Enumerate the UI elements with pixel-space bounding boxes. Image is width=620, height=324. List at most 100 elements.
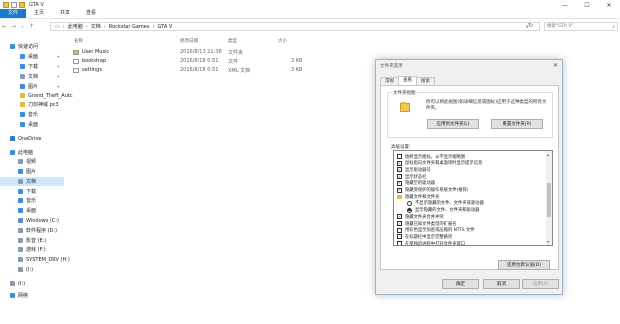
sidebar-item[interactable]: 桌面 ✦ xyxy=(0,52,64,61)
sidebar-item[interactable]: 影音 (E:) xyxy=(0,236,64,245)
search-input[interactable]: 搜索"GTA V" ⌕ xyxy=(544,22,618,31)
folder-views-description: 你可以将此视图(如详细信息或图标)应用于这种类型的所有文件夹。 xyxy=(426,100,547,111)
checkbox[interactable] xyxy=(397,227,402,233)
sidebar-item[interactable]: 桌面 xyxy=(0,120,64,129)
tab-file[interactable]: 文件 xyxy=(0,9,27,18)
file-date: 2016/8/18 0:51 xyxy=(180,58,219,64)
pin-icon: ✦ xyxy=(56,74,60,79)
breadcrumb-gta-v[interactable]: GTA V xyxy=(157,24,172,30)
restore-defaults-button[interactable]: 还原为默认值(D) xyxy=(498,260,550,270)
setting-row[interactable]: 在单独的进程中打开文件夹窗口 xyxy=(397,240,543,245)
checkbox[interactable] xyxy=(397,234,402,240)
reset-folders-button[interactable]: 重置文件夹(R) xyxy=(491,119,543,129)
cancel-button[interactable]: 取消 xyxy=(483,279,520,289)
sidebar-item[interactable]: 音乐 xyxy=(0,196,64,205)
drive-icon xyxy=(18,238,23,243)
sidebar-item[interactable]: 图片 xyxy=(0,167,64,176)
checkbox[interactable]: ✓ xyxy=(397,187,402,193)
desktop-icon xyxy=(20,54,25,59)
scroll-up-icon[interactable]: ▴ xyxy=(547,152,549,157)
scrollbar-thumb[interactable] xyxy=(547,183,551,217)
file-row[interactable]: settings 2016/8/18 0:51 XML 文档 3 KB xyxy=(66,66,366,74)
tab-share[interactable]: 共享 xyxy=(52,9,78,18)
sidebar-item[interactable]: 网络 xyxy=(0,291,64,300)
sidebar-item[interactable]: (I:) xyxy=(0,265,64,274)
sidebar-item[interactable]: 下载 xyxy=(0,187,64,196)
breadcrumb-documents[interactable]: 文档 xyxy=(91,23,101,30)
file-row[interactable]: bootstrap 2016/8/18 0:51 文件 3 KB xyxy=(66,57,366,65)
ok-button[interactable]: 确定 xyxy=(442,279,479,289)
properties-icon[interactable] xyxy=(11,2,17,8)
sidebar-item-label: 软件程序 (D:) xyxy=(26,228,58,234)
checkbox[interactable]: ✓ xyxy=(397,167,402,173)
column-header-type[interactable]: 类型 xyxy=(228,38,237,44)
sidebar-item[interactable]: 此电脑 xyxy=(0,148,64,157)
sidebar-item[interactable]: 软件程序 (D:) xyxy=(0,226,64,235)
close-button[interactable]: ✕ xyxy=(598,0,620,10)
sidebar-item[interactable]: Grand_Theft_Autc xyxy=(0,91,73,100)
sidebar-item[interactable]: SYSTEM_DRV (H:) xyxy=(0,255,70,264)
desktop-icon xyxy=(20,122,25,127)
checkbox[interactable] xyxy=(397,241,402,245)
radio-button[interactable] xyxy=(407,200,412,206)
folder-icon xyxy=(20,102,25,107)
tab-general[interactable]: 常规 xyxy=(380,77,399,85)
sidebar-item[interactable]: 刀剑神域 pc3 xyxy=(0,100,64,109)
maximize-button[interactable]: ☐ xyxy=(576,0,598,10)
sidebar-item[interactable]: 文档 ✦ xyxy=(0,72,64,81)
sidebar-item[interactable]: 游戏 (F:) xyxy=(0,245,64,254)
star-icon xyxy=(10,44,15,49)
minimize-button[interactable]: — xyxy=(554,0,576,10)
sidebar-item[interactable]: 图片 ✦ xyxy=(0,82,64,91)
folder-icon[interactable] xyxy=(3,2,9,8)
sidebar-item[interactable]: 音乐 xyxy=(0,110,64,119)
checkbox[interactable]: ✓ xyxy=(397,221,402,226)
checkbox[interactable]: ✓ xyxy=(397,180,402,186)
scrollbar[interactable]: ▴ ▾ xyxy=(546,151,552,245)
advanced-settings-list[interactable]: 始终显示图标，从不显示缩略图 ✓ 鼠标指向文件夹和桌面项时显示提示信息 ✓ 显示驱动器号… xyxy=(393,150,553,246)
checkbox[interactable]: ✓ xyxy=(397,160,402,166)
document-icon xyxy=(18,179,23,184)
music-icon xyxy=(18,198,23,203)
checkbox[interactable] xyxy=(397,154,402,159)
sidebar-item-label: 文档 xyxy=(28,74,39,80)
sidebar-item[interactable]: OneDrive xyxy=(0,134,64,143)
sidebar-item[interactable]: 桌面 xyxy=(0,206,64,215)
checkbox[interactable]: ✓ xyxy=(397,214,402,220)
checkbox[interactable]: ✓ xyxy=(397,174,402,180)
search-icon: ⌕ xyxy=(612,24,615,30)
column-header-date[interactable]: 修改日期 xyxy=(180,38,198,44)
setting-label: 用彩色显示加密或压缩的 NTFS 文件 xyxy=(405,228,475,234)
file-row[interactable]: User Music 2016/8/13 21:38 文件夹 xyxy=(66,48,366,56)
sidebar-item[interactable]: 下载 ✦ xyxy=(0,62,64,71)
back-arrow-icon[interactable]: ← xyxy=(0,23,9,30)
tab-view[interactable]: 查看 xyxy=(398,76,417,85)
breadcrumb-this-pc[interactable]: 此电脑 xyxy=(68,23,83,30)
sidebar-item[interactable]: 文档 xyxy=(0,177,64,186)
tab-view[interactable]: 查看 xyxy=(78,9,104,18)
sidebar-item-label: 图片 xyxy=(28,84,39,90)
close-icon[interactable]: ✕ xyxy=(553,62,558,69)
sidebar-item[interactable]: 快速访问 xyxy=(0,42,64,51)
tab-search[interactable]: 搜索 xyxy=(416,77,435,85)
address-bar[interactable]: ▭ › 此电脑 › 文档 › Rockstar Games › GTA V ∨ xyxy=(50,22,540,31)
download-icon xyxy=(20,64,25,69)
dialog-title: 文件夹选项 xyxy=(380,64,403,69)
radio-button[interactable] xyxy=(407,207,412,213)
sidebar-item[interactable]: Windows (C:) xyxy=(0,216,64,225)
recent-chevron-icon[interactable]: ∨ xyxy=(18,24,27,29)
apply-button[interactable]: 应用(A) xyxy=(522,279,559,289)
apply-to-folders-button[interactable]: 应用到文件夹(L) xyxy=(427,119,479,129)
new-folder-icon[interactable] xyxy=(19,2,25,8)
breadcrumb-rockstar-games[interactable]: Rockstar Games xyxy=(109,24,150,30)
sidebar-item[interactable]: (I:) xyxy=(0,279,64,288)
sidebar-item[interactable]: 视频 xyxy=(0,157,64,166)
scroll-down-icon[interactable]: ▾ xyxy=(547,239,549,244)
column-header-size[interactable]: 大小 xyxy=(278,38,287,44)
refresh-icon[interactable]: ↻ xyxy=(528,22,533,29)
up-arrow-icon[interactable]: ↑ xyxy=(27,23,36,30)
pin-icon: ✦ xyxy=(56,64,60,69)
column-header-name[interactable]: 名称 xyxy=(74,38,83,44)
forward-arrow-icon[interactable]: → xyxy=(9,23,18,30)
tab-home[interactable]: 主页 xyxy=(26,9,52,18)
